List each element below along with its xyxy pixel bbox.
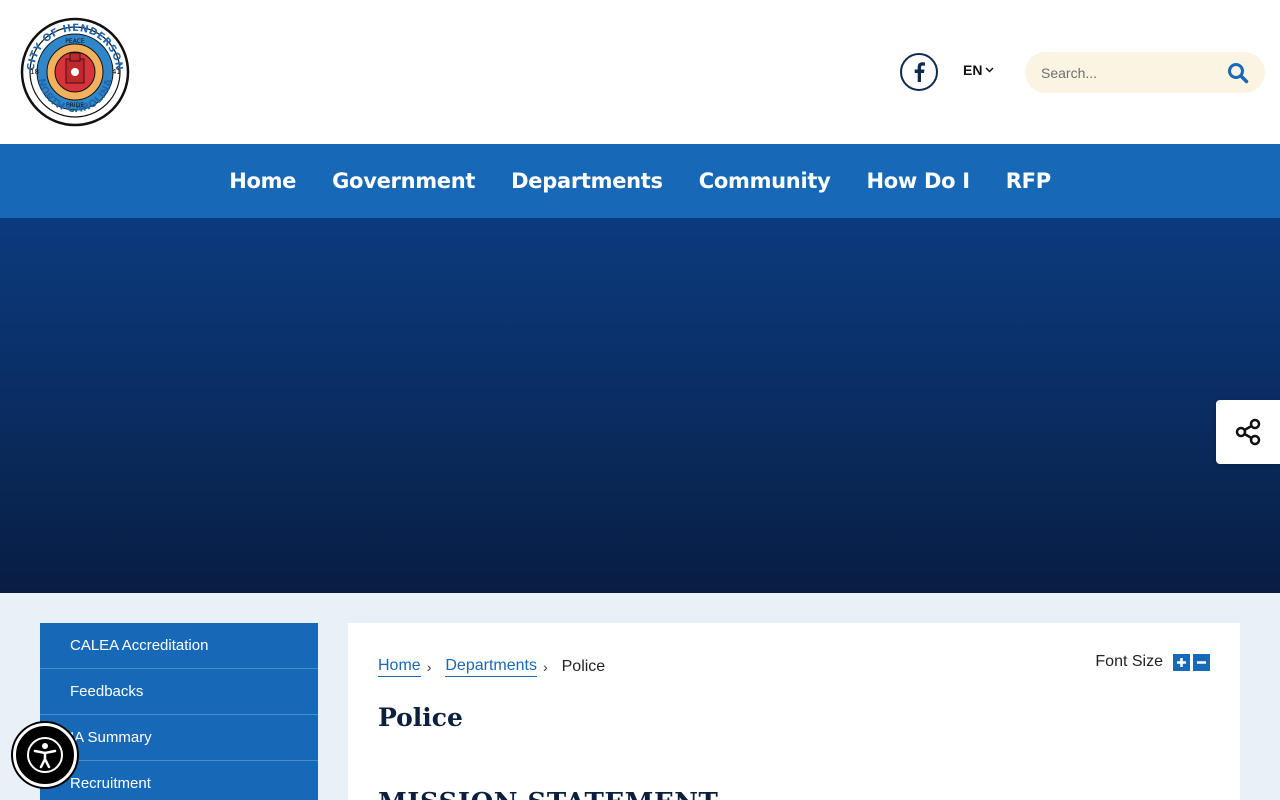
plus-icon	[1177, 657, 1186, 667]
accessibility-button[interactable]	[13, 723, 77, 787]
font-size-label: Font Size	[1095, 653, 1163, 670]
chevron-down-icon	[985, 67, 994, 73]
share-button[interactable]	[1216, 400, 1280, 464]
logo-word-peace: PEACE	[65, 38, 85, 45]
main-nav: Home Government Departments Community Ho…	[0, 144, 1280, 218]
breadcrumb-current: Police	[561, 657, 606, 675]
nav-item-government[interactable]: Government	[332, 169, 475, 193]
sidebar-nav: CALEA Accreditation Feedbacks IA Summary…	[40, 623, 318, 800]
breadcrumb-home[interactable]: Home	[378, 656, 421, 677]
logo-year-right: 41	[112, 68, 121, 76]
minus-icon	[1197, 660, 1206, 664]
logo-year-left: 18	[30, 68, 39, 76]
site-header: CITY OF HENDERSON NORTH CAROLINA PEACE P…	[0, 0, 1280, 144]
search-icon	[1228, 63, 1249, 84]
hero-banner	[0, 218, 1280, 593]
nav-item-how-do-i[interactable]: How Do I	[866, 169, 970, 193]
nav-item-rfp[interactable]: RFP	[1006, 169, 1051, 193]
search-button[interactable]	[1227, 62, 1249, 84]
accessibility-icon	[27, 737, 63, 773]
nav-item-community[interactable]: Community	[699, 169, 831, 193]
font-increase-button[interactable]	[1173, 653, 1190, 671]
search-box	[1025, 52, 1265, 93]
breadcrumb-departments[interactable]: Departments	[445, 656, 537, 677]
language-selector[interactable]: EN	[963, 62, 994, 78]
font-size-control: Font Size	[1095, 653, 1210, 671]
sidebar-item-feedbacks[interactable]: Feedbacks	[40, 669, 318, 715]
font-decrease-button[interactable]	[1193, 653, 1210, 671]
nav-item-home[interactable]: Home	[229, 169, 296, 193]
search-input[interactable]	[1041, 52, 1221, 93]
main-content: Home › Departments › Police Font Size Po…	[348, 623, 1240, 800]
nav-item-departments[interactable]: Departments	[511, 169, 663, 193]
city-logo[interactable]: CITY OF HENDERSON NORTH CAROLINA PEACE P…	[20, 17, 130, 127]
language-label: EN	[963, 62, 983, 78]
share-icon	[1235, 418, 1261, 446]
breadcrumb: Home › Departments › Police	[378, 656, 605, 677]
section-title: MISSION STATEMENT	[378, 788, 718, 800]
sidebar-item-calea-accreditation[interactable]: CALEA Accreditation	[40, 623, 318, 669]
sidebar-item-ia-summary[interactable]: IA Summary	[40, 715, 318, 761]
sidebar-item-recruitment[interactable]: Recruitment	[40, 761, 318, 800]
breadcrumb-separator: ›	[426, 658, 432, 675]
facebook-button[interactable]	[900, 53, 938, 91]
facebook-icon	[914, 62, 925, 82]
page-title: Police	[378, 703, 463, 732]
logo-word-pride: PRIDE	[66, 102, 84, 109]
breadcrumb-separator: ›	[542, 658, 548, 675]
